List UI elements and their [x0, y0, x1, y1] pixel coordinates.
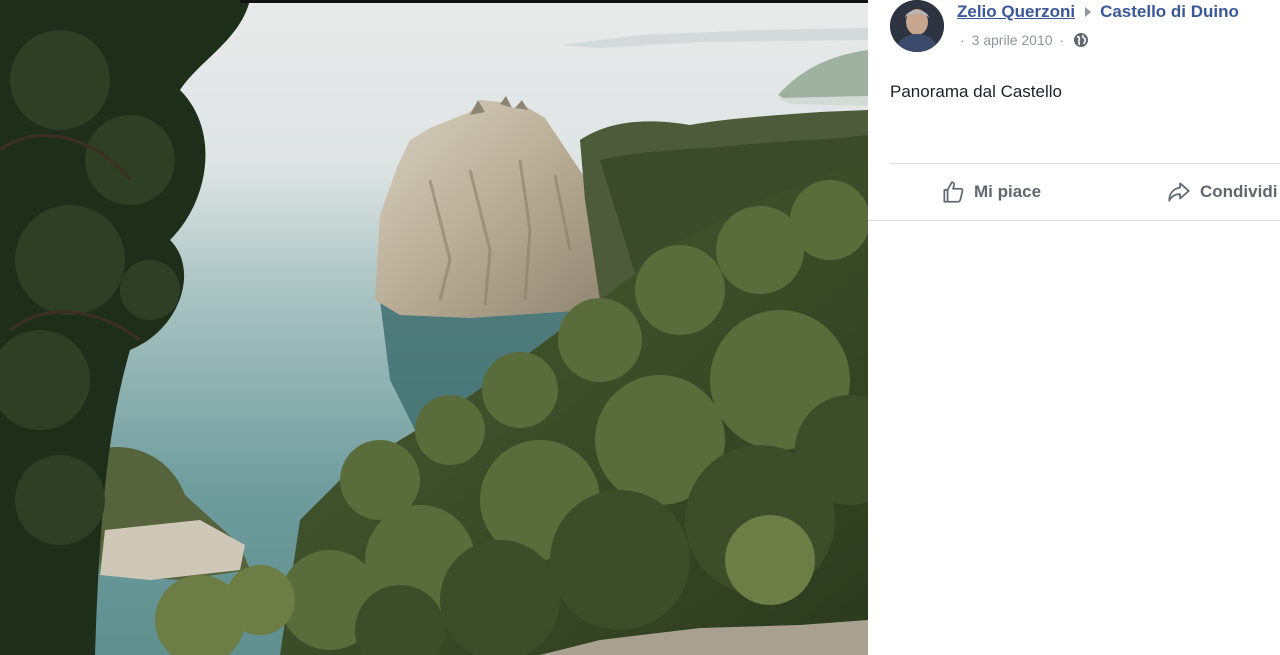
post-date[interactable]: 3 aprile 2010: [972, 32, 1053, 48]
meta-separator-2: ·: [1059, 32, 1065, 48]
share-button[interactable]: Condividi: [1166, 177, 1277, 207]
post-photo[interactable]: [0, 0, 868, 655]
share-label: Condividi: [1200, 182, 1278, 201]
like-label: Mi piace: [974, 182, 1042, 201]
avatar[interactable]: [890, 0, 944, 52]
author-link[interactable]: Zelio Querzoni: [957, 2, 1075, 21]
share-arrow-icon: [1168, 182, 1190, 202]
post-caption: Panorama dal Castello: [890, 82, 1062, 101]
like-button[interactable]: Mi piace: [940, 177, 1041, 207]
castle-landscape-image: [0, 0, 868, 655]
thumbs-up-icon: [943, 181, 964, 203]
divider: [890, 163, 1280, 164]
globe-icon[interactable]: [1073, 32, 1089, 52]
profile-picture: [890, 0, 944, 52]
post-meta: · 3 aprile 2010 ·: [957, 31, 1089, 52]
post-details-panel: Zelio Querzoni Castello di Duino · 3 apri…: [868, 0, 1280, 655]
place-link[interactable]: Castello di Duino: [1100, 2, 1239, 21]
divider: [868, 220, 1280, 221]
meta-separator: ·: [960, 32, 965, 48]
post-header: Zelio Querzoni Castello di Duino: [957, 1, 1239, 23]
triangle-right-icon: [1085, 7, 1092, 18]
